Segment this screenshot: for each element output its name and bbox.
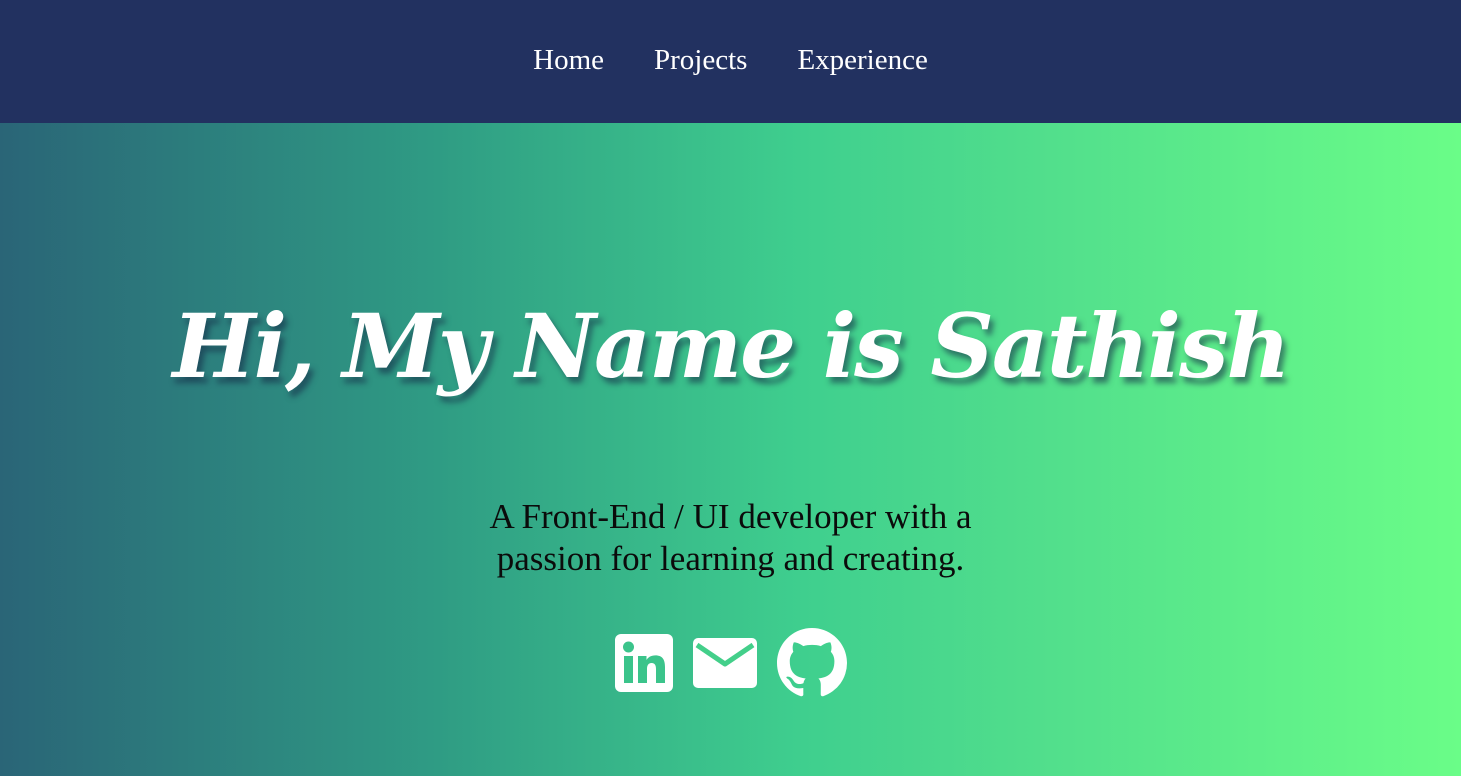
linkedin-icon bbox=[614, 634, 673, 692]
nav-item-projects: Projects bbox=[629, 44, 772, 78]
hero-section: Hi, My Name is Sathish A Front-End / UI … bbox=[0, 123, 1461, 776]
nav-menu: Home Projects Experience bbox=[0, 0, 1461, 123]
hero-title: Hi, My Name is Sathish bbox=[172, 294, 1291, 398]
mail-icon bbox=[692, 638, 757, 688]
social-links bbox=[0, 628, 1461, 698]
github-icon bbox=[776, 628, 847, 697]
linkedin-link[interactable] bbox=[614, 634, 673, 692]
navbar: Home Projects Experience bbox=[0, 0, 1461, 123]
github-link[interactable] bbox=[776, 628, 847, 698]
nav-link-projects[interactable]: Projects bbox=[654, 44, 747, 76]
nav-item-home: Home bbox=[508, 44, 629, 78]
nav-link-experience[interactable]: Experience bbox=[797, 44, 927, 76]
nav-link-home[interactable]: Home bbox=[533, 44, 604, 76]
hero-subtitle: A Front-End / UI developer with a passio… bbox=[489, 497, 972, 578]
email-link[interactable] bbox=[692, 636, 757, 690]
nav-item-experience: Experience bbox=[772, 44, 952, 78]
